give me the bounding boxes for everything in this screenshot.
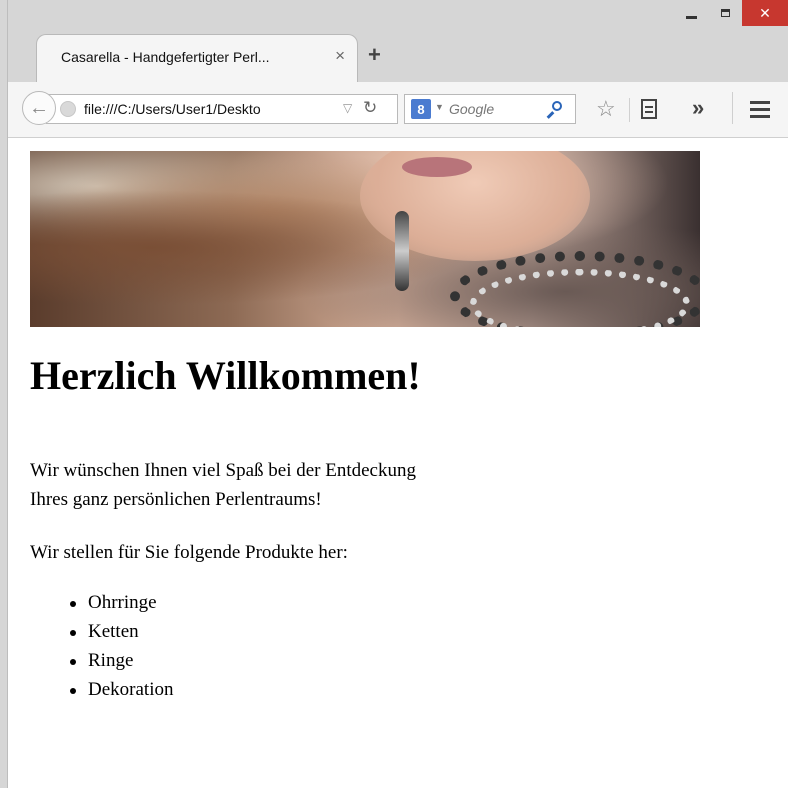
browser-window: ✕ Casarella - Handgefertigter Perl... × … xyxy=(0,0,788,788)
list-item: Ohrringe xyxy=(56,588,173,617)
address-text[interactable]: file:///C:/Users/User1/Deskto xyxy=(84,101,334,117)
tab-title: Casarella - Handgefertigter Perl... xyxy=(61,49,270,65)
window-left-edge xyxy=(0,0,8,788)
reload-icon[interactable]: ↻ xyxy=(363,98,377,118)
bookmarks-menu-icon[interactable] xyxy=(641,99,657,119)
maximize-icon xyxy=(720,9,730,17)
new-tab-button[interactable]: + xyxy=(368,42,381,68)
list-item: Ringe xyxy=(56,646,173,675)
back-arrow-icon: ← xyxy=(29,96,49,119)
search-magnifier-icon[interactable] xyxy=(546,99,565,119)
overflow-chevron-icon[interactable]: » xyxy=(692,95,704,121)
tab-active[interactable]: Casarella - Handgefertigter Perl... × xyxy=(36,34,358,82)
navigation-toolbar: file:///C:/Users/User1/Deskto ▽ ↻ ← 8 ▼ … xyxy=(8,82,788,138)
search-placeholder[interactable]: Google xyxy=(449,101,494,117)
window-controls: ✕ xyxy=(674,0,788,26)
hamburger-menu-icon[interactable] xyxy=(750,101,770,122)
title-bar: ✕ Casarella - Handgefertigter Perl... × … xyxy=(8,0,788,82)
page-content: Herzlich Willkommen! Wir wünschen Ihnen … xyxy=(8,138,788,788)
address-bar[interactable]: file:///C:/Users/User1/Deskto ▽ ↻ xyxy=(46,94,398,124)
search-engine-icon[interactable]: 8 xyxy=(411,99,431,119)
toolbar-divider xyxy=(629,98,630,122)
back-button[interactable]: ← xyxy=(22,91,56,125)
maximize-button[interactable] xyxy=(708,0,742,26)
search-engine-dropdown-icon[interactable]: ▼ xyxy=(435,102,444,112)
intro-paragraph: Wir wünschen Ihnen viel Spaß bei der Ent… xyxy=(30,456,416,514)
intro-line-2: Ihres ganz persönlichen Perlentraums! xyxy=(30,489,322,510)
minimize-button[interactable] xyxy=(674,0,708,26)
bookmark-star-icon[interactable]: ☆ xyxy=(596,96,616,122)
globe-icon xyxy=(60,101,76,117)
page-heading: Herzlich Willkommen! xyxy=(30,353,421,398)
close-window-button[interactable]: ✕ xyxy=(742,0,788,26)
product-list: Ohrringe Ketten Ringe Dekoration xyxy=(56,588,173,704)
toolbar-divider xyxy=(732,92,733,124)
history-dropdown-icon[interactable]: ▽ xyxy=(343,101,352,115)
tab-close-icon[interactable]: × xyxy=(335,46,345,66)
list-item: Ketten xyxy=(56,617,173,646)
intro-line-1: Wir wünschen Ihnen viel Spaß bei der Ent… xyxy=(30,460,416,481)
list-item: Dekoration xyxy=(56,675,173,704)
jewelry-banner-image xyxy=(30,151,700,327)
close-icon: ✕ xyxy=(759,4,771,21)
minimize-icon xyxy=(685,15,697,19)
products-intro: Wir stellen für Sie folgende Produkte he… xyxy=(30,542,348,563)
search-bar[interactable]: 8 ▼ Google xyxy=(404,94,576,124)
